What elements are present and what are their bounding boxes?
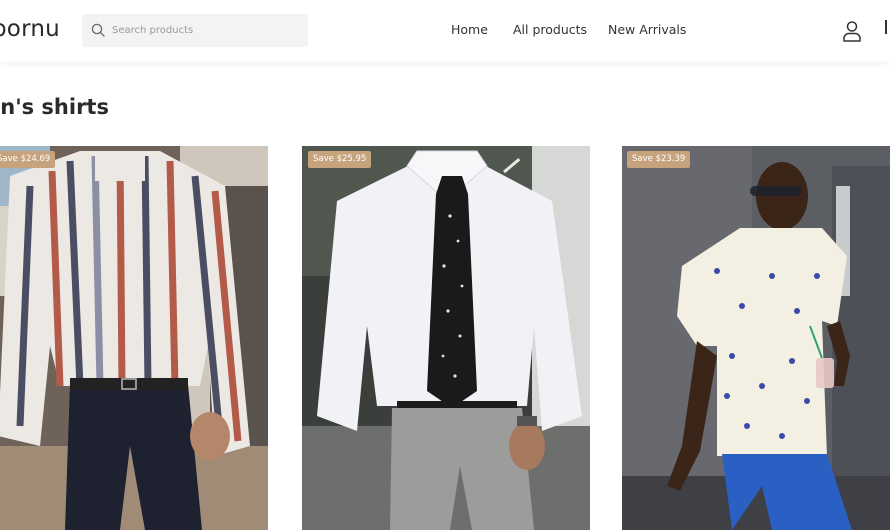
site-logo[interactable]: bornu (0, 16, 60, 42)
product-image[interactable] (0, 146, 268, 530)
save-badge: Save $24.69 (0, 151, 56, 168)
product-card[interactable]: Save $24.69 (0, 146, 268, 530)
site-header: bornu Home All products New Arrivals (0, 0, 890, 62)
product-image[interactable] (622, 146, 890, 530)
nav-home[interactable]: Home (451, 22, 488, 37)
search-icon[interactable] (91, 23, 105, 37)
user-icon[interactable] (842, 20, 862, 42)
cart-icon[interactable] (885, 20, 890, 34)
page-title: en's shirts (0, 95, 109, 119)
save-badge: Save $25.95 (308, 151, 372, 168)
product-card[interactable]: Save $23.39 (622, 146, 890, 530)
search-bar[interactable] (82, 14, 308, 47)
product-card[interactable]: Save $25.95 (302, 146, 590, 530)
nav-new-arrivals[interactable]: New Arrivals (608, 22, 686, 37)
nav-all-products[interactable]: All products (513, 22, 587, 37)
save-badge: Save $23.39 (627, 151, 691, 168)
product-image[interactable] (302, 146, 590, 530)
search-input[interactable] (112, 14, 302, 47)
